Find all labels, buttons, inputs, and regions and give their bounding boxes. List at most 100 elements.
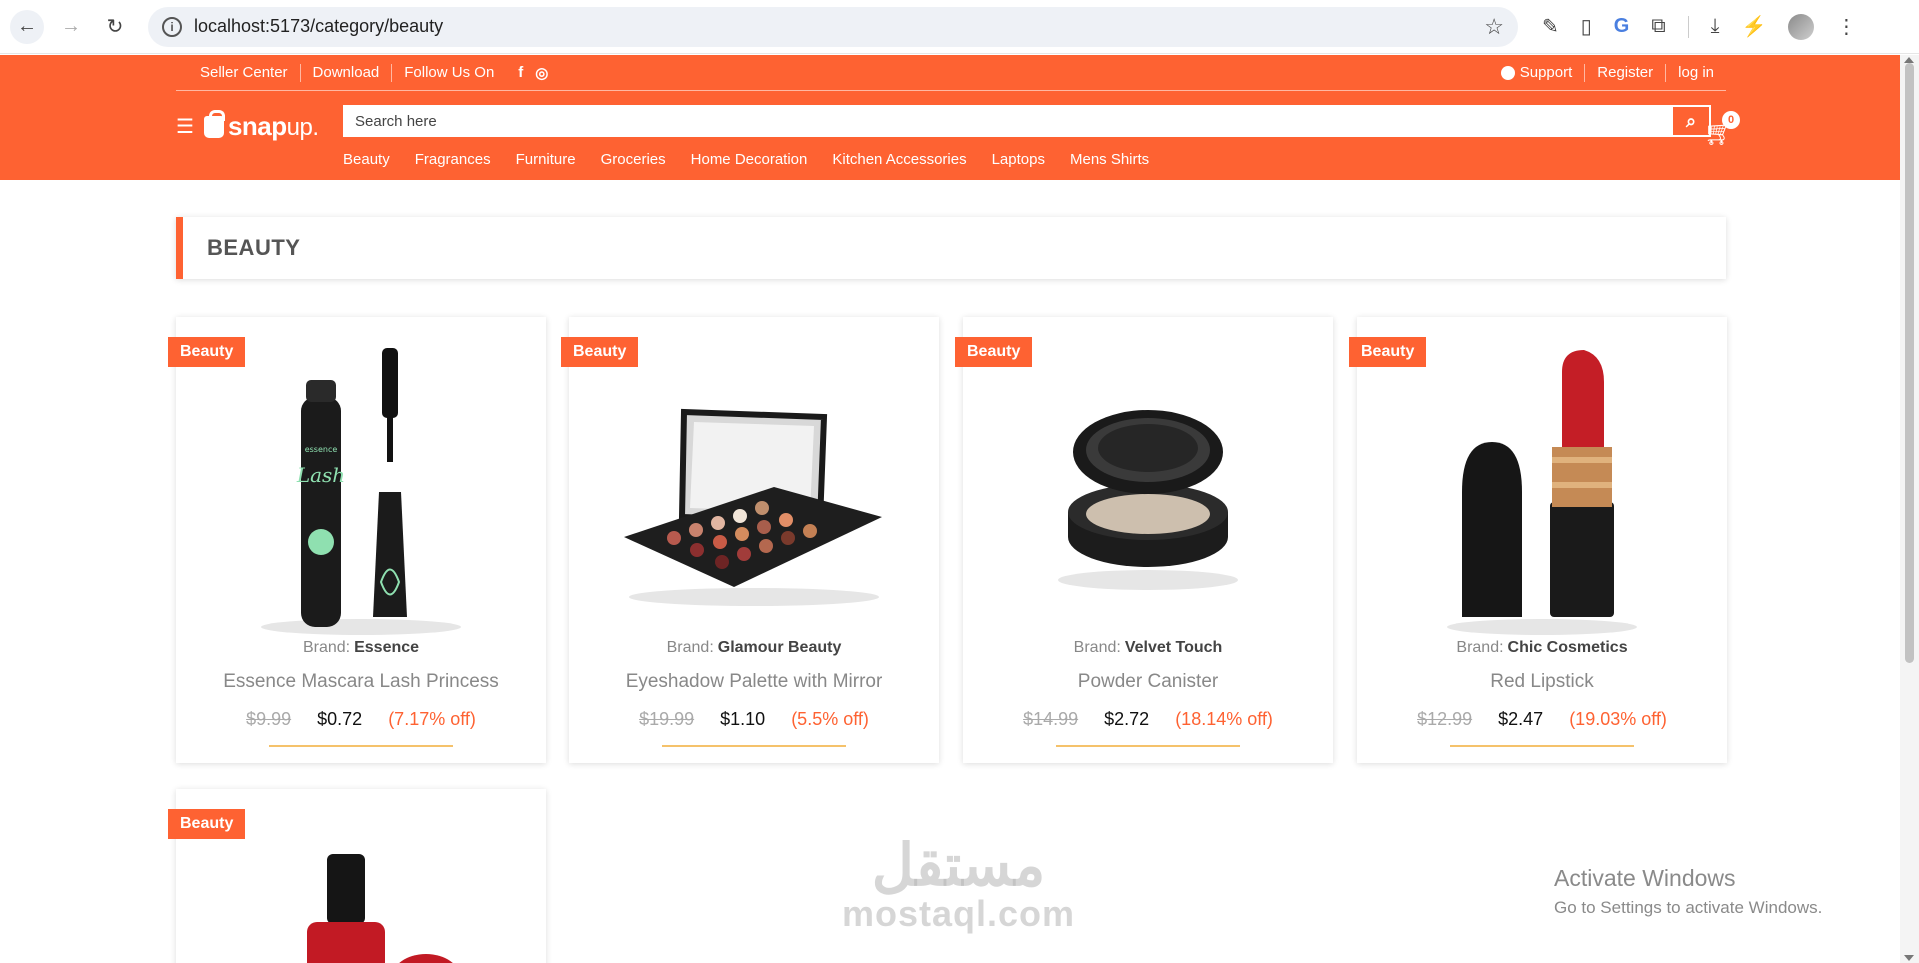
main-bar: ☰ snapup. ⌕ 🛒︎ 0 Beauty Fragrances Furni… — [176, 105, 1740, 175]
address-bar[interactable]: i localhost:5173/category/beauty ☆ — [148, 6, 1518, 47]
hamburger-menu-icon[interactable]: ☰ — [176, 114, 194, 139]
puzzle-extensions-icon[interactable]: ⧉ — [1651, 15, 1665, 38]
price-row: $9.99 $0.72 (7.17% off) — [176, 709, 546, 730]
scroll-thumb[interactable] — [1905, 63, 1914, 663]
toolbar-divider — [1687, 15, 1689, 38]
price-row: $19.99 $1.10 (5.5% off) — [569, 709, 939, 730]
price-underline — [269, 745, 453, 747]
product-name: Red Lipstick — [1490, 671, 1594, 692]
translate-icon[interactable]: G — [1614, 15, 1630, 38]
product-name: Eyeshadow Palette with Mirror — [625, 671, 883, 692]
brand-label: Brand: — [1073, 639, 1121, 656]
shopping-bag-icon — [203, 109, 225, 138]
brand-label: Brand: — [302, 639, 351, 656]
product-name: Essence Mascara Lash Princess — [223, 671, 499, 692]
discount-label: (7.17% off) — [388, 709, 476, 729]
instagram-icon[interactable]: ◎ — [535, 64, 548, 82]
support-link[interactable]: ? Support — [1489, 63, 1586, 82]
reload-button[interactable]: ↻ — [98, 10, 132, 44]
search-bar: ⌕ — [343, 105, 1711, 137]
social-links: f ◎ — [518, 64, 548, 82]
product-card[interactable]: Beauty essence Lash Brand: Essence Essenc… — [168, 317, 546, 763]
windows-activation-notice: Activate Windows Go to Settings to activ… — [1554, 865, 1822, 918]
old-price: $9.99 — [246, 709, 292, 729]
top-bar-right: ? Support Register log in — [1489, 63, 1726, 82]
brand-name: Velvet Touch — [1124, 639, 1223, 656]
logo-text: snapup. — [228, 111, 319, 142]
site-header: Seller Center Download Follow Us On f ◎ … — [0, 55, 1900, 180]
help-circle-icon: ? — [1500, 64, 1515, 81]
nav-groceries[interactable]: Groceries — [601, 151, 666, 168]
login-link[interactable]: log in — [1666, 64, 1726, 82]
back-button[interactable]: ← — [10, 9, 44, 44]
old-price: $19.99 — [639, 709, 695, 729]
product-card[interactable]: Beauty Brand: Velvet Touch Powder Caniste… — [955, 317, 1333, 763]
facebook-icon[interactable]: f — [518, 64, 523, 82]
seller-center-link[interactable]: Seller Center — [176, 63, 301, 82]
eyedropper-icon[interactable]: ✎ — [1542, 14, 1559, 39]
old-price: $14.99 — [1023, 709, 1079, 729]
logo-text-main: snap — [227, 111, 287, 141]
site-info-icon[interactable]: i — [162, 16, 182, 37]
nav-furniture[interactable]: Furniture — [516, 151, 576, 168]
cart-button[interactable]: 🛒︎ 0 — [1704, 111, 1740, 148]
current-price: $2.72 — [1104, 709, 1150, 729]
top-bar: Seller Center Download Follow Us On f ◎ … — [176, 55, 1726, 91]
nail-polish-image — [307, 854, 453, 963]
current-price: $0.72 — [317, 709, 363, 729]
nav-laptops[interactable]: Laptops — [992, 151, 1045, 168]
performance-icon[interactable]: ⚡ — [1741, 14, 1766, 39]
page-scrollbar[interactable] — [1900, 55, 1919, 963]
price-underline — [1056, 745, 1240, 747]
watermark-latin: mostaql.com — [842, 893, 1076, 934]
price-underline — [662, 745, 846, 747]
nav-mens-shirts[interactable]: Mens Shirts — [1070, 151, 1149, 168]
brand-name: Chic Cosmetics — [1507, 639, 1628, 656]
powder-canister-image — [1058, 410, 1238, 590]
mascara-image: essence Lash — [261, 348, 461, 635]
bookmark-star-icon[interactable]: ☆ — [1484, 14, 1504, 40]
product-brand: Brand: Essence — [176, 639, 546, 657]
current-price: $1.10 — [720, 709, 766, 729]
nav-home-decoration[interactable]: Home Decoration — [691, 151, 808, 168]
search-input[interactable] — [345, 107, 1673, 135]
register-link[interactable]: Register — [1585, 63, 1667, 82]
profile-avatar[interactable] — [1788, 13, 1815, 40]
nav-fragrances[interactable]: Fragrances — [415, 151, 491, 168]
kebab-menu-icon[interactable]: ⋮ — [1836, 14, 1856, 39]
forward-button[interactable]: → — [54, 10, 88, 44]
svg-text:Lash: Lash — [296, 463, 345, 487]
category-nav: Beauty Fragrances Furniture Groceries Ho… — [343, 151, 1149, 168]
mostaql-watermark: مستقل mostaql.com — [842, 836, 1075, 932]
old-price: $12.99 — [1417, 709, 1473, 729]
activate-title: Activate Windows — [1554, 865, 1736, 891]
arrow-right-icon: → — [61, 15, 81, 37]
watermark-arabic: مستقل — [871, 833, 1046, 898]
product-name: Powder Canister — [1077, 671, 1219, 692]
price-row: $14.99 $2.72 (18.14% off) — [963, 709, 1333, 730]
discount-label: (5.5% off) — [791, 709, 869, 729]
product-card[interactable]: Beauty — [168, 789, 546, 963]
scroll-down-arrow[interactable] — [1904, 955, 1914, 961]
download-link[interactable]: Download — [301, 63, 393, 82]
cart-count-badge: 0 — [1722, 111, 1740, 129]
brand-label: Brand: — [1456, 639, 1504, 656]
nav-kitchen-accessories[interactable]: Kitchen Accessories — [832, 151, 966, 168]
product-card[interactable]: Beauty Brand: Chic Cosmetics Red Lipstick… — [1349, 317, 1727, 763]
url-text: localhost:5173/category/beauty — [194, 16, 444, 36]
arrow-left-icon: ← — [17, 15, 37, 37]
category-title-box: BEAUTY — [176, 217, 1726, 279]
brand-label: Brand: — [666, 639, 714, 656]
search-icon: ⌕ — [1685, 110, 1697, 131]
download-icon[interactable]: ⤓ — [1711, 15, 1720, 38]
site-logo[interactable]: ☰ snapup. — [176, 109, 319, 142]
product-brand: Brand: Velvet Touch — [963, 639, 1333, 657]
logo-text-suffix: up. — [286, 114, 319, 141]
current-price: $2.47 — [1498, 709, 1544, 729]
product-brand: Brand: Chic Cosmetics — [1357, 639, 1727, 657]
svg-text:essence: essence — [305, 445, 338, 454]
product-card[interactable]: Beauty Brand: Glamour Beauty Eyeshadow Pa… — [561, 317, 939, 763]
eyeshadow-palette-image — [624, 408, 882, 606]
nav-beauty[interactable]: Beauty — [343, 151, 390, 168]
blank-extension-icon[interactable]: ▯ — [1581, 14, 1592, 39]
